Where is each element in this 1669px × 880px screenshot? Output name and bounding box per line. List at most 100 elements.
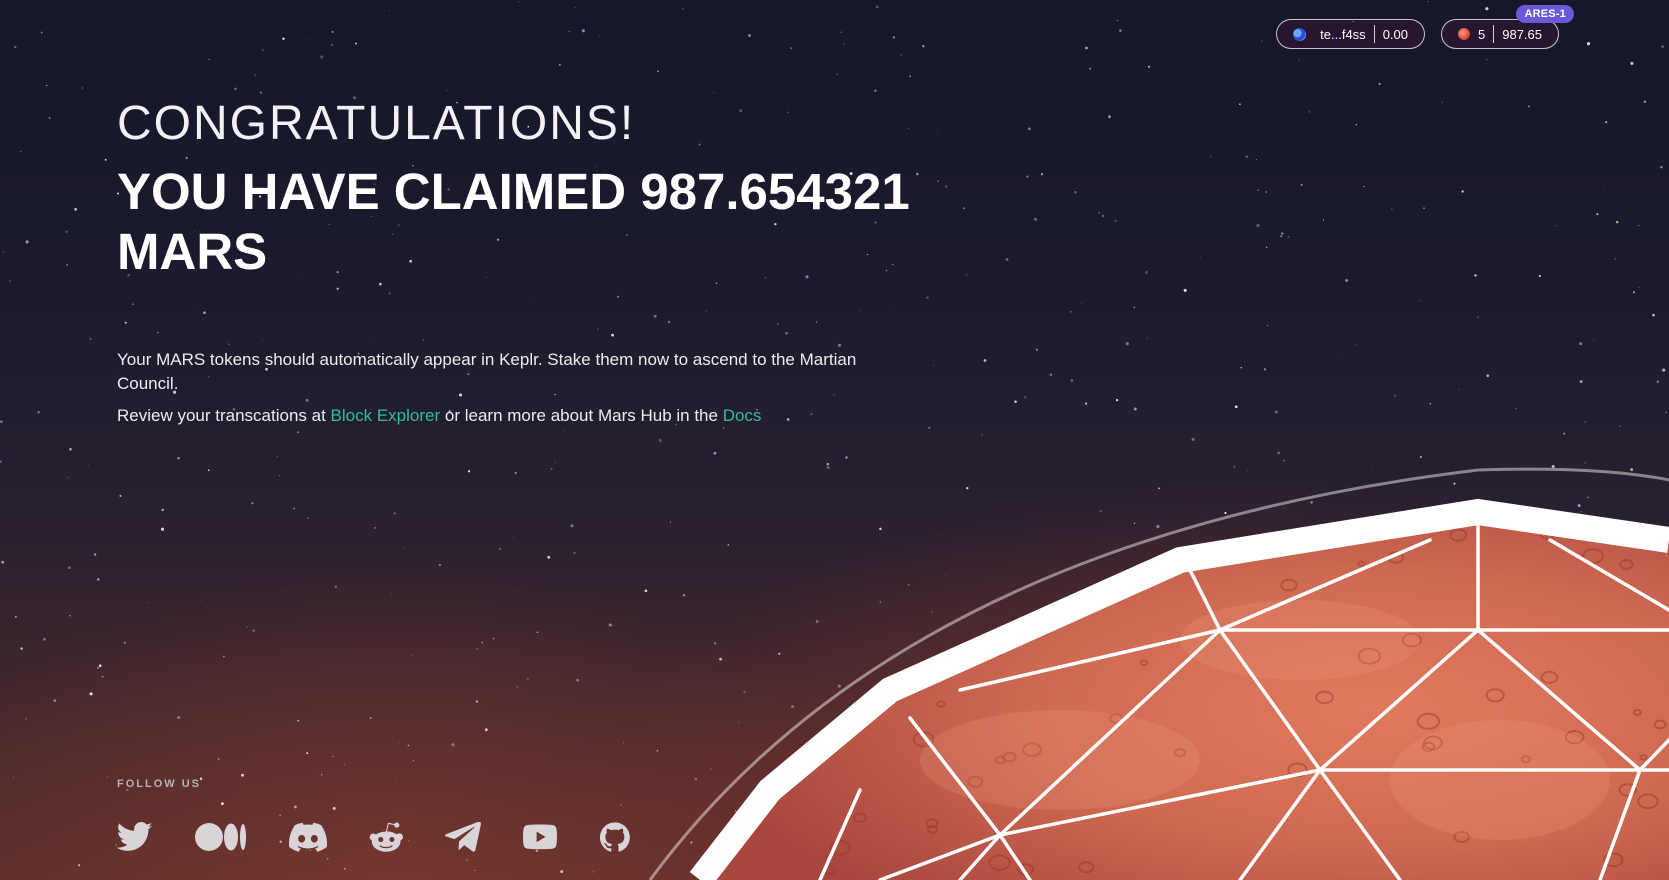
star bbox=[1266, 246, 1268, 248]
star bbox=[1593, 339, 1594, 341]
wallet-balance: 0.00 bbox=[1382, 26, 1408, 42]
star bbox=[526, 678, 529, 681]
star bbox=[1363, 185, 1365, 188]
crater bbox=[967, 775, 984, 788]
star bbox=[1144, 270, 1149, 274]
star bbox=[1499, 755, 1502, 758]
star bbox=[498, 547, 502, 551]
star bbox=[484, 728, 488, 732]
crater bbox=[936, 700, 946, 708]
star bbox=[1146, 337, 1148, 339]
telegram-icon[interactable] bbox=[445, 822, 481, 852]
star bbox=[1343, 656, 1346, 659]
star bbox=[293, 507, 295, 510]
star bbox=[66, 477, 69, 479]
star bbox=[568, 30, 571, 33]
star bbox=[331, 755, 334, 758]
star bbox=[727, 544, 730, 546]
mars-balance-button[interactable]: 5 987.65 ARES-1 bbox=[1441, 5, 1574, 49]
star bbox=[694, 777, 698, 781]
star bbox=[1265, 191, 1267, 193]
star bbox=[1389, 512, 1391, 513]
star bbox=[563, 429, 564, 431]
star bbox=[1522, 534, 1525, 536]
github-icon[interactable] bbox=[599, 822, 631, 852]
star bbox=[177, 23, 178, 25]
youtube-icon[interactable] bbox=[523, 822, 557, 852]
star bbox=[1133, 522, 1136, 524]
reddit-icon[interactable] bbox=[369, 822, 403, 852]
twitter-icon[interactable] bbox=[117, 822, 153, 852]
star bbox=[320, 55, 324, 59]
docs-link[interactable]: Docs bbox=[723, 406, 762, 425]
star bbox=[1410, 520, 1412, 521]
crater bbox=[789, 664, 812, 681]
star bbox=[984, 673, 987, 676]
crater bbox=[1017, 863, 1035, 876]
star bbox=[1461, 768, 1464, 771]
crater bbox=[833, 547, 844, 556]
star bbox=[1423, 207, 1425, 209]
star bbox=[1486, 374, 1489, 378]
crater bbox=[1173, 748, 1187, 758]
star bbox=[1635, 630, 1638, 632]
crater bbox=[1637, 793, 1659, 810]
crater bbox=[1603, 852, 1624, 868]
star bbox=[669, 521, 672, 523]
discord-icon[interactable] bbox=[289, 822, 327, 852]
star bbox=[1451, 504, 1454, 507]
star bbox=[1470, 795, 1473, 798]
star bbox=[620, 804, 622, 806]
crater bbox=[925, 818, 939, 829]
star bbox=[476, 647, 478, 650]
star bbox=[1420, 590, 1424, 594]
star bbox=[713, 451, 717, 455]
wallet-button[interactable]: te...f4ss 0.00 bbox=[1276, 19, 1425, 49]
star bbox=[119, 494, 122, 497]
crater bbox=[1485, 688, 1505, 703]
star bbox=[1458, 389, 1460, 391]
crater bbox=[1520, 755, 1532, 764]
star bbox=[101, 675, 104, 678]
star bbox=[1429, 403, 1431, 405]
star bbox=[1201, 778, 1204, 782]
star bbox=[1353, 255, 1355, 257]
star bbox=[279, 814, 282, 817]
wallet-divider bbox=[1373, 25, 1375, 43]
wallet-globe-icon bbox=[1293, 27, 1307, 41]
star bbox=[96, 666, 100, 669]
block-explorer-link[interactable]: Block Explorer bbox=[331, 406, 441, 425]
star bbox=[1509, 723, 1511, 725]
star bbox=[1281, 638, 1283, 640]
star bbox=[1074, 851, 1077, 855]
crater bbox=[983, 641, 1004, 657]
star bbox=[1474, 274, 1477, 277]
congrats-heading: CONGRATULATIONS! bbox=[117, 97, 636, 150]
star bbox=[1345, 279, 1349, 282]
star bbox=[1293, 709, 1297, 713]
star bbox=[1661, 45, 1664, 48]
star bbox=[253, 74, 257, 77]
star bbox=[369, 716, 372, 719]
medium-icon[interactable] bbox=[195, 822, 247, 852]
star bbox=[713, 92, 715, 94]
star bbox=[1233, 465, 1236, 468]
star bbox=[296, 431, 300, 434]
review-prefix: Review your transcations at bbox=[117, 406, 331, 425]
claim-description: Your MARS tokens should automatically ap… bbox=[117, 350, 857, 393]
star bbox=[1393, 394, 1397, 397]
star bbox=[1619, 425, 1622, 428]
star bbox=[1154, 640, 1156, 643]
star bbox=[573, 551, 576, 555]
star bbox=[1419, 456, 1422, 458]
star bbox=[220, 802, 224, 806]
star bbox=[1378, 82, 1381, 85]
star bbox=[446, 89, 448, 92]
star bbox=[1281, 232, 1284, 235]
star bbox=[1579, 342, 1583, 346]
crater bbox=[1029, 573, 1041, 582]
claim-success-page: te...f4ss 0.00 5 987.65 ARES-1 CONGRATUL… bbox=[0, 0, 1669, 880]
star bbox=[576, 678, 579, 682]
star bbox=[1420, 300, 1422, 302]
star bbox=[407, 744, 410, 747]
